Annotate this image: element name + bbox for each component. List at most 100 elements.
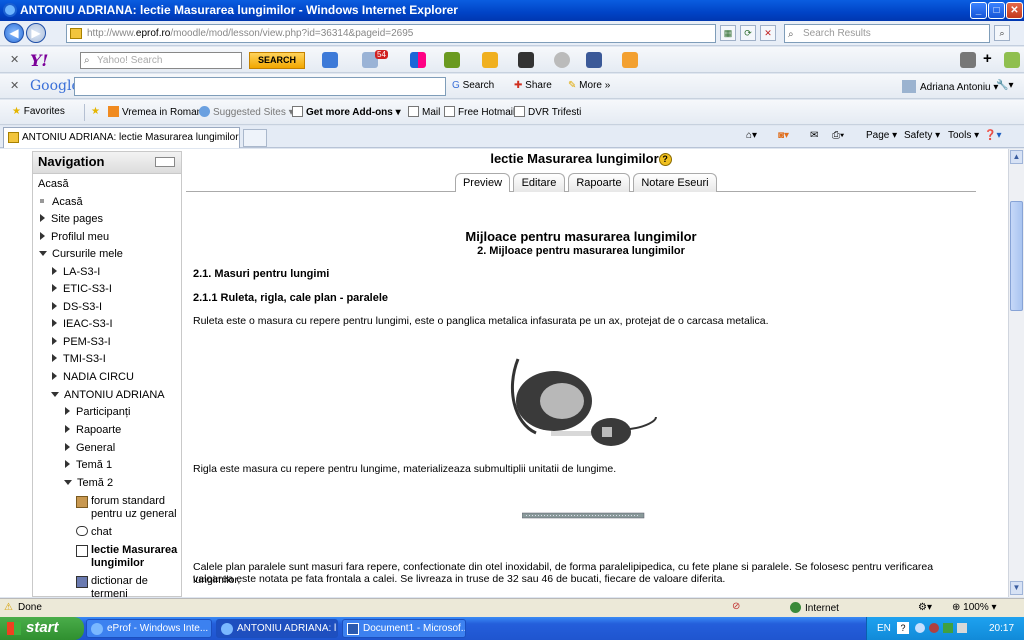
taskbar-item-word[interactable]: Document1 - Microsof... (342, 619, 466, 638)
search-input[interactable]: ⌕ Search Results (784, 24, 990, 43)
menu-icon[interactable] (960, 52, 976, 68)
nav-item-course[interactable]: LA-S3-I (52, 266, 100, 278)
fav-link-addons[interactable]: Get more Add-ons ▾ (292, 106, 401, 118)
back-button[interactable]: ◀ (4, 23, 24, 43)
settings-icon[interactable] (1004, 52, 1020, 68)
taskbar-item-eprof[interactable]: eProf - Windows Inte... (86, 619, 212, 638)
flickr-icon[interactable] (410, 52, 426, 68)
fav-link-vremea[interactable]: Vremea in Roman (108, 106, 202, 118)
tray-app-icon[interactable] (943, 623, 953, 633)
tab-editare[interactable]: Editare (513, 173, 565, 192)
help-icon[interactable]: ❓▾ (984, 130, 1001, 141)
popup-blocked-icon[interactable]: ⊘ (732, 601, 740, 612)
refresh-icon[interactable]: ⟳ (740, 25, 756, 41)
nav-item-topic-1[interactable]: Temă 1 (65, 459, 112, 471)
browser-tab-active[interactable]: ANTONIU ADRIANA: lectie Masurarea lungim… (3, 127, 240, 148)
nav-label: PEM-S3-I (63, 336, 111, 348)
nav-item-reports[interactable]: Rapoarte (65, 424, 121, 436)
zoom-control[interactable]: ⊕ 100% ▾ (952, 602, 997, 613)
nav-item-lesson-current[interactable]: lectie Masurarea lungimilor (76, 544, 180, 570)
feeds-icon[interactable]: ◙▾ (778, 130, 789, 141)
favorites-button[interactable]: ★ Favorites (12, 106, 65, 117)
nav-item-course[interactable]: NADIA CIRCU (52, 371, 134, 383)
tab-notare-eseuri[interactable]: Notare Eseuri (633, 173, 717, 192)
nav-item-course-current[interactable]: ANTONIU ADRIANA (51, 389, 165, 401)
nav-item-participants[interactable]: Participanți (65, 406, 130, 418)
safety-menu[interactable]: Safety ▾ (904, 130, 940, 141)
nav-item-course[interactable]: TMI-S3-I (52, 353, 106, 365)
apps-icon[interactable] (622, 52, 638, 68)
tab-preview[interactable]: Preview (455, 173, 510, 192)
fav-link-hotmail[interactable]: Free Hotmail (444, 106, 515, 118)
nav-item-course[interactable]: ETIC-S3-I (52, 283, 112, 295)
wrench-icon[interactable]: 🔧▾ (996, 80, 1013, 91)
clock[interactable]: 20:17 (989, 617, 1014, 640)
minimize-button[interactable]: _ (970, 2, 987, 19)
language-indicator[interactable]: EN (877, 617, 891, 640)
nav-item-home[interactable]: Acasă (38, 178, 69, 190)
close-toolbar-icon[interactable]: ✕ (10, 53, 19, 66)
google-logo[interactable]: Google (30, 78, 80, 94)
nav-item-site-pages[interactable]: Site pages (40, 213, 103, 225)
home-icon[interactable]: ⌂▾ (746, 130, 757, 141)
fav-link-dvr[interactable]: DVR Trifesti (514, 106, 581, 118)
nav-item-my-profile[interactable]: Profilul meu (40, 231, 109, 243)
nav-item-topic-2[interactable]: Temă 2 (64, 477, 113, 489)
search-go-icon[interactable]: ⌕ (994, 25, 1010, 41)
account-button[interactable]: Adriana Antoniu ▾ (902, 80, 998, 93)
collapse-block-icon[interactable] (155, 157, 175, 167)
games-icon[interactable] (444, 52, 460, 68)
nav-item-glossary[interactable]: dictionar de termeni (76, 575, 180, 597)
read-mail-icon[interactable]: ✉ (810, 130, 818, 141)
print-icon[interactable]: ⎙▾ (832, 130, 844, 141)
nav-item-general[interactable]: General (65, 442, 115, 454)
network-icon[interactable] (915, 623, 925, 633)
add-favorite-icon[interactable]: ★ (91, 106, 100, 117)
scroll-up-icon[interactable]: ▲ (1010, 150, 1023, 164)
nav-item-my-courses[interactable]: Cursurile mele (39, 248, 123, 260)
nav-item-course[interactable]: IEAC-S3-I (52, 318, 113, 330)
help-tray-icon[interactable]: ? (897, 622, 909, 634)
yahoo-answers-icon[interactable] (482, 52, 498, 68)
fav-link-suggested[interactable]: Suggested Sites ▾ (199, 106, 294, 118)
yahoo-search-input[interactable]: ⌕ Yahoo! Search (80, 52, 242, 69)
nav-item-chat[interactable]: chat (76, 526, 112, 538)
volume-icon[interactable] (957, 623, 967, 633)
yahoo-search-button[interactable]: SEARCH (249, 52, 305, 69)
facebook-icon[interactable] (586, 52, 602, 68)
more-button[interactable]: ✎ More » (568, 80, 610, 91)
address-input[interactable]: http://www.eprof.ro/moodle/mod/lesson/vi… (66, 24, 716, 43)
nav-label: Acasă (52, 196, 83, 208)
nav-item-course[interactable]: PEM-S3-I (52, 336, 111, 348)
stop-icon[interactable]: ✕ (760, 25, 776, 41)
security-tray-icon[interactable] (929, 623, 939, 633)
close-button[interactable]: ✕ (1006, 2, 1023, 19)
nav-item-home-link[interactable]: Acasă (40, 196, 83, 208)
scroll-down-icon[interactable]: ▼ (1010, 581, 1023, 595)
yahoo-logo[interactable]: Y! (30, 51, 48, 70)
protected-mode-icon[interactable]: ⚙▾ (918, 602, 932, 613)
tab-rapoarte[interactable]: Rapoarte (568, 173, 630, 192)
nav-item-forum[interactable]: forum standard pentru uz general (76, 495, 180, 521)
forward-button[interactable]: ▶ (26, 23, 46, 43)
start-button[interactable]: start (0, 617, 84, 640)
tools-menu[interactable]: Tools ▾ (948, 130, 979, 141)
page-menu[interactable]: Page ▾ (866, 130, 897, 141)
taskbar-item-lesson[interactable]: ANTONIU ADRIANA: l... (216, 619, 338, 638)
close-toolbar-icon[interactable]: ✕ (10, 79, 19, 92)
maximize-button[interactable]: □ (988, 2, 1005, 19)
messenger-icon[interactable] (554, 52, 570, 68)
help-icon[interactable]: ? (658, 153, 672, 166)
share-button[interactable]: ✚ Share (514, 80, 552, 91)
new-tab-button[interactable] (243, 129, 267, 147)
google-search-input[interactable] (74, 77, 446, 96)
nav-item-course[interactable]: DS-S3-I (52, 301, 102, 313)
vertical-scrollbar[interactable]: ▲ ▼ (1008, 149, 1024, 597)
add-icon[interactable]: + (983, 50, 992, 67)
amazon-icon[interactable] (518, 52, 534, 68)
scroll-thumb[interactable] (1010, 201, 1023, 311)
google-search-button[interactable]: G Search (452, 80, 494, 91)
fav-link-mail[interactable]: Mail (408, 106, 440, 118)
compat-view-icon[interactable]: ▦ (720, 25, 736, 41)
mail-icon[interactable] (322, 52, 338, 68)
